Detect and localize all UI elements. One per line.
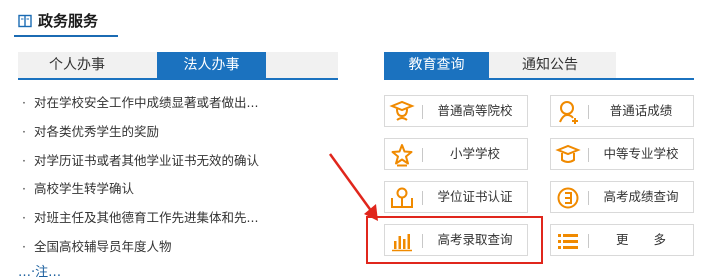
separator bbox=[588, 148, 589, 162]
separator bbox=[588, 191, 589, 205]
bullet: · bbox=[22, 152, 26, 168]
person-speaking-icon bbox=[559, 101, 578, 124]
bullet: · bbox=[22, 95, 26, 110]
tab-corporate[interactable]: 法人办事 bbox=[157, 52, 266, 78]
query-tabs: 教育查询 通知公告 bbox=[384, 52, 616, 78]
tab-education-query[interactable]: 教育查询 bbox=[384, 52, 489, 78]
query-tabs-underline bbox=[384, 78, 694, 80]
separator bbox=[422, 148, 423, 162]
annotation-highlight-box bbox=[366, 216, 543, 264]
separator bbox=[422, 105, 423, 119]
service-label: 高考成绩查询 bbox=[603, 189, 679, 204]
list-item[interactable]: · 对各类优秀学生的奖励 bbox=[22, 123, 342, 154]
separator bbox=[422, 191, 423, 205]
list-item[interactable]: · 高校学生转学确认 bbox=[22, 182, 342, 211]
partial-footer-text: …·注… bbox=[18, 265, 62, 280]
tab-personal[interactable]: 个人办事 bbox=[18, 52, 136, 78]
list-item-label: 对班主任及其他德育工作先进集体和先... bbox=[34, 210, 259, 226]
service-label: 学位证书认证 bbox=[437, 189, 513, 204]
tabs-underline bbox=[18, 78, 338, 80]
list-item-label: 对在学校安全工作中成绩显著或者做出... bbox=[34, 95, 259, 110]
list-icon bbox=[558, 234, 578, 249]
service-button-universities[interactable]: 普通高等院校 bbox=[384, 95, 528, 127]
bullet: · bbox=[22, 210, 26, 226]
section-title: 政务服务 bbox=[38, 12, 99, 30]
list-item-label: 对各类优秀学生的奖励 bbox=[34, 123, 160, 139]
list-item-label: 对学历证书或者其他学业证书无效的确认 bbox=[34, 152, 260, 168]
tab-notices[interactable]: 通知公告 bbox=[504, 52, 596, 78]
service-label: 更 多 bbox=[615, 232, 666, 247]
service-label: 小学学校 bbox=[449, 146, 500, 161]
list-item[interactable]: · 对在学校安全工作中成绩显著或者做出... bbox=[22, 96, 342, 125]
service-type-tabs: 个人办事 法人办事 bbox=[18, 52, 338, 78]
exam-score-icon bbox=[557, 187, 579, 209]
service-button-gaokao-score[interactable]: 高考成绩查询 bbox=[550, 181, 694, 213]
bullet: · bbox=[22, 123, 26, 139]
service-button-vocational-schools[interactable]: 中等专业学校 bbox=[550, 138, 694, 170]
star-badge-icon bbox=[391, 144, 413, 167]
list-item[interactable]: · 对班主任及其他德育工作先进集体和先... bbox=[22, 211, 342, 240]
service-label: 普通话成绩 bbox=[609, 103, 673, 118]
graduation-cap-icon bbox=[389, 100, 415, 121]
service-button-more[interactable]: 更 多 bbox=[550, 224, 694, 256]
certificate-icon bbox=[391, 187, 413, 208]
mortarboard-icon bbox=[555, 144, 581, 163]
separator bbox=[588, 105, 589, 119]
annotation-arrow-icon bbox=[328, 153, 378, 221]
separator bbox=[588, 234, 589, 248]
service-button-degree-certification[interactable]: 学位证书认证 bbox=[384, 181, 528, 213]
bullet: · bbox=[22, 181, 26, 197]
service-button-mandarin-score[interactable]: 普通话成绩 bbox=[550, 95, 694, 127]
matters-list: · 对在学校安全工作中成绩显著或者做出... · 对各类优秀学生的奖励 · 对学历证书… bbox=[22, 96, 342, 269]
list-item-label: 高校学生转学确认 bbox=[34, 181, 135, 197]
service-label: 中等专业学校 bbox=[603, 146, 679, 161]
list-item[interactable]: · 全国高校辅导员年度人物 bbox=[22, 240, 342, 269]
service-button-primary-schools[interactable]: 小学学校 bbox=[384, 138, 528, 170]
book-icon bbox=[18, 14, 32, 28]
title-underline bbox=[14, 35, 118, 37]
list-item[interactable]: · 对学历证书或者其他学业证书无效的确认 bbox=[22, 152, 342, 183]
service-label: 普通高等院校 bbox=[437, 103, 513, 118]
